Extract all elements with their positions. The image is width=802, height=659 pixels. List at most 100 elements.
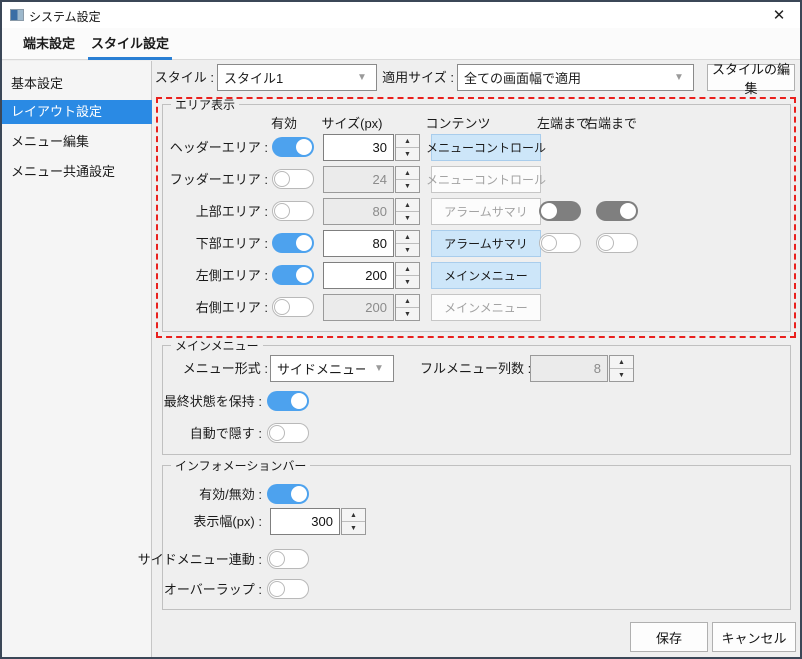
- toggle-knob: [296, 267, 312, 283]
- upper-area-to-left-toggle[interactable]: [539, 201, 581, 221]
- full-menu-columns-input[interactable]: 8: [530, 355, 608, 382]
- right-area-content-button[interactable]: メインメニュー: [431, 294, 541, 321]
- toggle-knob: [598, 235, 614, 251]
- footer-area-size-field: 24 ▲ ▼: [323, 166, 420, 193]
- footer-area-label: フッダーエリア :: [169, 172, 268, 187]
- spin-down-button[interactable]: ▼: [396, 147, 419, 160]
- footer-area-size-input[interactable]: 24: [323, 166, 394, 193]
- spin-up-button[interactable]: ▲: [396, 135, 419, 147]
- right-area-toggle[interactable]: [272, 297, 314, 317]
- display-width-input[interactable]: 300: [270, 508, 340, 535]
- left-area-size-input[interactable]: 200: [323, 262, 394, 289]
- system-settings-dialog: システム設定 ✕ 端末設定 スタイル設定 基本設定 レイアウト設定 メニュー編集…: [0, 0, 802, 659]
- lower-area-to-left-toggle[interactable]: [539, 233, 581, 253]
- close-button[interactable]: ✕: [762, 2, 796, 28]
- area-row-upper: 上部エリア : 80 ▲ ▼ アラームサマリ: [162, 198, 798, 225]
- cancel-button[interactable]: キャンセル: [712, 622, 796, 652]
- menu-format-combobox-value: サイドメニュー: [277, 362, 365, 377]
- toggle-knob: [269, 581, 285, 597]
- overlap-label: オーバーラップ :: [163, 582, 262, 597]
- sidebar-item-menu-common-settings[interactable]: メニュー共通設定: [2, 160, 152, 184]
- toggle-knob: [541, 235, 557, 251]
- toggle-knob: [296, 139, 312, 155]
- lower-area-content-button[interactable]: アラームサマリ: [431, 230, 541, 257]
- spin-up-button[interactable]: ▲: [342, 509, 365, 521]
- spin-down-button[interactable]: ▼: [342, 521, 365, 534]
- spin-up-button[interactable]: ▲: [396, 263, 419, 275]
- header-area-size-input[interactable]: 30: [323, 134, 394, 161]
- tab-style-settings[interactable]: スタイル設定: [88, 28, 172, 59]
- toggle-knob: [274, 203, 290, 219]
- lower-area-size-input[interactable]: 80: [323, 230, 394, 257]
- lower-area-toggle[interactable]: [272, 233, 314, 253]
- toggle-knob: [541, 203, 557, 219]
- lower-area-to-right-toggle[interactable]: [596, 233, 638, 253]
- menu-format-label: メニュー形式 :: [182, 361, 268, 376]
- side-menu-link-toggle[interactable]: [267, 549, 309, 569]
- display-width-spinner: ▲ ▼: [341, 508, 366, 535]
- sidebar-item-menu-edit[interactable]: メニュー編集: [2, 130, 152, 154]
- footer-area-size-spinner: ▲ ▼: [395, 166, 420, 193]
- right-area-size-input[interactable]: 200: [323, 294, 394, 321]
- side-menu-link-label: サイドメニュー連動 :: [137, 552, 262, 567]
- spin-up-button[interactable]: ▲: [396, 167, 419, 179]
- sidebar-item-layout-settings[interactable]: レイアウト設定: [2, 100, 152, 124]
- spin-down-button[interactable]: ▼: [396, 307, 419, 320]
- menu-format-combobox[interactable]: サイドメニュー ▼: [270, 355, 394, 382]
- spin-down-button[interactable]: ▼: [396, 275, 419, 288]
- style-combobox[interactable]: スタイル1 ▼: [217, 64, 377, 91]
- left-area-content-button[interactable]: メインメニュー: [431, 262, 541, 289]
- toggle-knob: [291, 486, 307, 502]
- edit-style-button[interactable]: スタイルの編集: [707, 62, 795, 96]
- window-title: システム設定: [29, 10, 101, 24]
- toggle-knob: [620, 203, 636, 219]
- spin-up-button[interactable]: ▲: [396, 199, 419, 211]
- info-bar-enabled-label: 有効/無効 :: [199, 487, 262, 502]
- upper-area-size-spinner: ▲ ▼: [395, 198, 420, 225]
- overlap-toggle[interactable]: [267, 579, 309, 599]
- spin-down-button[interactable]: ▼: [396, 211, 419, 224]
- upper-area-content-button[interactable]: アラームサマリ: [431, 198, 541, 225]
- upper-area-to-right-toggle[interactable]: [596, 201, 638, 221]
- footer-area-toggle[interactable]: [272, 169, 314, 189]
- info-bar-enabled-toggle[interactable]: [267, 484, 309, 504]
- sidebar: 基本設定 レイアウト設定 メニュー編集 メニュー共通設定: [2, 61, 152, 657]
- spin-up-button[interactable]: ▲: [610, 356, 633, 368]
- spin-up-button[interactable]: ▲: [396, 295, 419, 307]
- upper-area-toggle[interactable]: [272, 201, 314, 221]
- spin-down-button[interactable]: ▼: [610, 368, 633, 381]
- information-bar-group-title: インフォメーションバー: [171, 457, 311, 474]
- save-button[interactable]: 保存: [630, 622, 708, 652]
- header-area-label: ヘッダーエリア :: [169, 140, 268, 155]
- area-row-footer: フッダーエリア : 24 ▲ ▼ メニューコントロール: [162, 166, 798, 193]
- lower-area-size-field: 80 ▲ ▼: [323, 230, 420, 257]
- column-header-size: サイズ(px): [321, 116, 383, 131]
- display-width-label: 表示幅(px) :: [193, 514, 262, 529]
- chevron-down-icon: ▼: [357, 72, 367, 83]
- header-area-size-spinner: ▲ ▼: [395, 134, 420, 161]
- left-area-size-field: 200 ▲ ▼: [323, 262, 420, 289]
- right-area-label: 右側エリア :: [195, 300, 268, 315]
- header-area-content-button[interactable]: メニューコントロール: [426, 134, 546, 161]
- spin-down-button[interactable]: ▼: [396, 179, 419, 192]
- app-window-icon: [10, 9, 24, 21]
- upper-area-size-input[interactable]: 80: [323, 198, 394, 225]
- full-menu-columns-field: 8 ▲ ▼: [530, 355, 634, 382]
- upper-area-label: 上部エリア :: [195, 204, 268, 219]
- column-header-content: コンテンツ: [425, 116, 491, 131]
- header-area-toggle[interactable]: [272, 137, 314, 157]
- apply-size-combobox[interactable]: 全ての画面幅で適用 ▼: [457, 64, 694, 91]
- close-icon: ✕: [772, 7, 786, 24]
- full-menu-columns-label: フルメニュー列数 :: [420, 361, 532, 376]
- auto-hide-toggle[interactable]: [267, 423, 309, 443]
- sidebar-item-basic-settings[interactable]: 基本設定: [2, 72, 152, 96]
- style-combobox-value: スタイル1: [224, 71, 284, 86]
- spin-up-button[interactable]: ▲: [396, 231, 419, 243]
- keep-state-toggle[interactable]: [267, 391, 309, 411]
- toggle-knob: [274, 299, 290, 315]
- footer-area-content-button[interactable]: メニューコントロール: [426, 166, 546, 193]
- left-area-toggle[interactable]: [272, 265, 314, 285]
- main-menu-group-title: メインメニュー: [171, 337, 263, 354]
- spin-down-button[interactable]: ▼: [396, 243, 419, 256]
- tab-terminal-settings[interactable]: 端末設定: [10, 28, 88, 59]
